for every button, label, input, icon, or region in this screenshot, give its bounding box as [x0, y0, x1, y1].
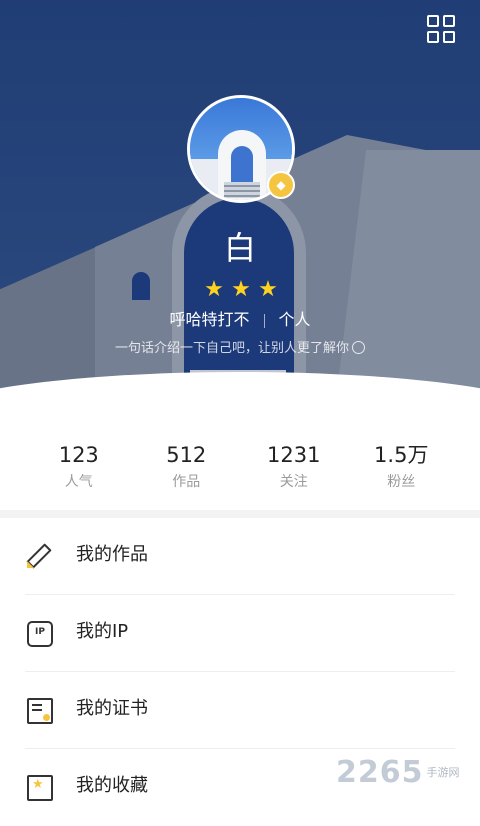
ip-hexagon-icon: IP	[27, 621, 53, 647]
menu-item-label: 我的证书	[76, 698, 148, 719]
account-type: 个人	[278, 310, 311, 329]
menu-item-my-works[interactable]: 我的作品	[0, 518, 480, 595]
stat-value: 123	[58, 443, 99, 467]
stat-value: 512	[166, 443, 207, 467]
divider	[263, 313, 265, 328]
profile-name: 呼哈特打不	[169, 310, 250, 329]
menu-item-label: 我的作品	[76, 544, 148, 565]
menu-item-label: 我的收藏	[76, 775, 148, 796]
stat-label: 关注	[279, 474, 308, 490]
menu-item-my-ip[interactable]: IP 我的IP	[0, 595, 480, 672]
profile-nickname: 白	[223, 229, 256, 267]
certificate-icon	[27, 698, 53, 724]
star-icon: ★	[258, 277, 278, 302]
star-icon: ★	[204, 277, 224, 302]
watermark-site: 手游网	[426, 766, 460, 779]
star-rating: ★ ★ ★	[202, 278, 280, 302]
bio-text: 一句话介绍一下自己吧，让别人更了解你	[114, 341, 349, 356]
stat-fans[interactable]: 1.5万 粉丝	[348, 440, 456, 492]
stats-row: 123 人气 512 作品 1231 关注 1.5万 粉丝	[25, 440, 455, 492]
vip-diamond-icon: ◆	[267, 171, 295, 199]
watermark-logo: 2265	[336, 754, 424, 790]
stat-following[interactable]: 1231 关注	[240, 440, 348, 492]
profile-header: ◆ 白 ★ ★ ★ 呼哈特打不 个人 一句话介绍一下自己吧，让别人更了解你	[0, 0, 480, 405]
stat-label: 人气	[64, 474, 93, 490]
menu-item-label: 我的IP	[76, 621, 129, 642]
watermark: 2265 手游网	[336, 752, 460, 792]
qr-code-icon[interactable]	[427, 15, 455, 43]
section-gap	[0, 510, 480, 518]
edit-icon[interactable]	[352, 341, 365, 354]
favorite-icon	[27, 775, 53, 801]
stat-value: 1.5万	[374, 443, 429, 467]
pencil-ruler-icon	[26, 543, 52, 569]
star-icon: ★	[231, 277, 251, 302]
stat-label: 作品	[172, 474, 201, 490]
menu-item-my-certificates[interactable]: 我的证书	[0, 672, 480, 749]
stat-popularity[interactable]: 123 人气	[25, 440, 133, 492]
profile-bio[interactable]: 一句话介绍一下自己吧，让别人更了解你	[0, 340, 480, 358]
stat-value: 1231	[267, 443, 321, 467]
profile-meta: 呼哈特打不 个人	[0, 310, 480, 330]
stat-label: 粉丝	[387, 474, 416, 490]
stat-works[interactable]: 512 作品	[133, 440, 241, 492]
